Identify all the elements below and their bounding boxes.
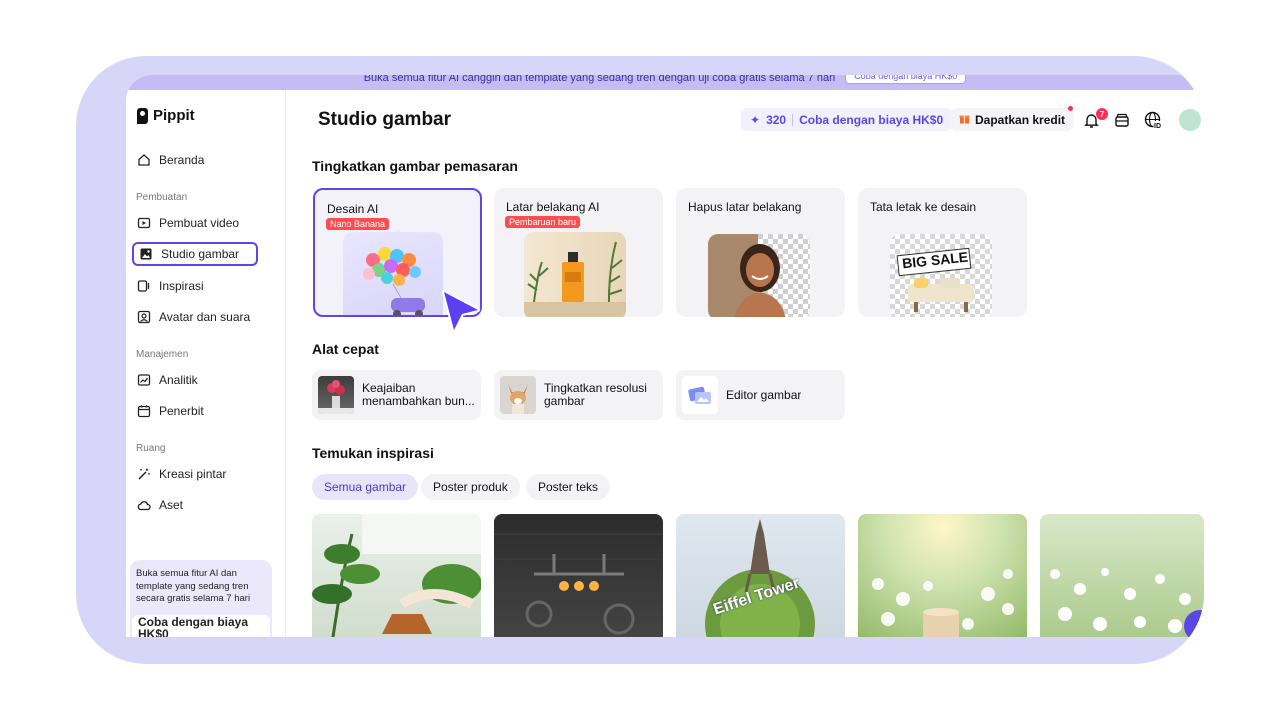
notification-badge: 7 bbox=[1096, 108, 1108, 120]
perfume-product-image bbox=[524, 232, 626, 317]
sidebar-promo-text: Buka semua fitur AI dan template yang se… bbox=[136, 568, 251, 604]
portrait-transparent-image bbox=[708, 234, 810, 317]
feature-card-title: Desain AI bbox=[327, 202, 379, 216]
language-globe-icon[interactable]: ID bbox=[1143, 110, 1163, 130]
sidebar-item-label: Beranda bbox=[159, 153, 205, 167]
sidebar-section-manage: Manajemen bbox=[136, 349, 189, 360]
section-title-inspiration: Temukan inspirasi bbox=[312, 445, 434, 461]
gallery-image-eiffel-globe[interactable]: Eiffel Tower bbox=[676, 514, 845, 637]
get-credit-button[interactable]: Dapatkan kredit bbox=[951, 108, 1074, 131]
sidebar-item-inspiration[interactable]: Inspirasi bbox=[132, 274, 258, 298]
image-editor-icon bbox=[682, 376, 718, 414]
feature-card-remove-background[interactable]: Hapus latar belakang bbox=[676, 188, 845, 317]
sidebar-item-label: Analitik bbox=[159, 373, 198, 387]
tool-card-upscale[interactable]: Tingkatkan resolusi gambar bbox=[494, 370, 663, 420]
cursor-pointer-icon bbox=[438, 288, 484, 336]
sidebar-promo-button[interactable]: Coba dengan biaya HK$0 bbox=[132, 615, 270, 637]
sidebar-section-space: Ruang bbox=[136, 443, 166, 454]
sidebar-item-avatar-voice[interactable]: Avatar dan suara bbox=[132, 305, 258, 329]
avatar-voice-icon bbox=[137, 310, 151, 324]
tool-label: Tingkatkan resolusi gambar bbox=[544, 382, 647, 408]
user-avatar[interactable] bbox=[1179, 109, 1201, 131]
gallery-image-flower-field[interactable] bbox=[858, 514, 1027, 637]
promo-banner-button[interactable]: Coba dengan biaya HK$0 bbox=[845, 75, 967, 84]
tool-thumb-dog bbox=[500, 376, 536, 414]
magic-wand-icon bbox=[137, 467, 151, 481]
sidebar-item-image-studio[interactable]: Studio gambar bbox=[132, 242, 258, 266]
tool-thumb-flowers bbox=[318, 376, 354, 414]
inspiration-icon bbox=[137, 279, 151, 293]
sidebar-item-label: Pembuat video bbox=[159, 216, 240, 230]
analytics-icon bbox=[137, 373, 151, 387]
gallery-image-plants[interactable] bbox=[312, 514, 481, 637]
feature-card-title: Latar belakang AI bbox=[506, 200, 600, 214]
try-label: Coba dengan biaya HK$0 bbox=[799, 112, 944, 127]
calendar-icon bbox=[137, 404, 151, 418]
tool-card-add-flowers[interactable]: Keajaiban menambahkan bun... bbox=[312, 370, 481, 420]
video-add-icon bbox=[137, 216, 151, 230]
sidebar-item-video-maker[interactable]: Pembuat video bbox=[132, 211, 258, 235]
pippit-logo-icon bbox=[137, 107, 148, 124]
tool-card-image-editor[interactable]: Editor gambar bbox=[676, 370, 845, 420]
tool-label: Editor gambar bbox=[726, 388, 802, 402]
feature-card-tag: Pembaruan baru bbox=[505, 216, 581, 228]
sidebar-item-assets[interactable]: Aset bbox=[132, 493, 258, 517]
wallet-icon[interactable] bbox=[1112, 110, 1132, 130]
svg-text:ID: ID bbox=[1154, 123, 1161, 130]
balloon-car-image bbox=[343, 232, 443, 315]
section-title-tools: Alat cepat bbox=[312, 341, 379, 357]
brand-name: Pippit bbox=[153, 107, 195, 124]
gallery-image-industrial-lamps[interactable] bbox=[494, 514, 663, 637]
section-title-enhance: Tingkatkan gambar pemasaran bbox=[312, 158, 518, 174]
filter-chip-text-poster[interactable]: Poster teks bbox=[526, 474, 611, 500]
big-sale-design-image: BIG SALE bbox=[890, 234, 992, 317]
sidebar: Pippit Beranda Pembuatan Pembuat video S… bbox=[126, 90, 286, 637]
filter-chip-product-poster[interactable]: Poster produk bbox=[421, 474, 520, 500]
get-credit-label: Dapatkan kredit bbox=[975, 112, 1066, 127]
device-frame: Buka semua fitur AI canggih dan template… bbox=[76, 56, 1204, 664]
sidebar-item-label: Kreasi pintar bbox=[159, 467, 227, 481]
credits-count: 320 bbox=[766, 112, 787, 127]
feature-card-title: Hapus latar belakang bbox=[688, 200, 802, 214]
feature-card-layout-to-design[interactable]: Tata letak ke desain BIG SALE bbox=[858, 188, 1027, 317]
sparkle-icon: ✦ bbox=[750, 112, 761, 127]
sidebar-item-smart-creation[interactable]: Kreasi pintar bbox=[132, 462, 258, 486]
sidebar-item-analytics[interactable]: Analitik bbox=[132, 368, 258, 392]
gift-icon bbox=[959, 113, 970, 127]
feature-card-ai-background[interactable]: Latar belakang AI Pembaruan baru bbox=[494, 188, 663, 317]
sidebar-item-label: Studio gambar bbox=[161, 247, 240, 261]
filter-chip-all-images[interactable]: Semua gambar bbox=[312, 474, 419, 500]
feature-card-title: Tata letak ke desain bbox=[870, 200, 977, 214]
feature-card-tag: Nano Banana bbox=[326, 218, 390, 230]
main-content: Studio gambar ✦ 320 Coba dengan biaya HK… bbox=[286, 90, 1204, 637]
promo-banner-text: Buka semua fitur AI canggih dan template… bbox=[363, 75, 836, 84]
sidebar-item-label: Inspirasi bbox=[159, 279, 204, 293]
app-screen: Buka semua fitur AI canggih dan template… bbox=[126, 75, 1204, 637]
sidebar-promo-card: Buka semua fitur AI dan template yang se… bbox=[130, 560, 272, 637]
cloud-icon bbox=[137, 498, 151, 512]
tool-label: Keajaiban menambahkan bun... bbox=[362, 382, 475, 408]
sidebar-item-home[interactable]: Beranda bbox=[132, 148, 258, 172]
image-studio-icon bbox=[139, 247, 153, 261]
credits-button[interactable]: ✦ 320 Coba dengan biaya HK$0 bbox=[741, 108, 953, 131]
gallery-image-daisy-field[interactable] bbox=[1040, 514, 1204, 637]
promo-banner: Buka semua fitur AI canggih dan template… bbox=[126, 75, 1204, 90]
new-indicator-dot bbox=[1068, 106, 1073, 111]
sidebar-item-label: Penerbit bbox=[159, 404, 204, 418]
sidebar-section-create: Pembuatan bbox=[136, 192, 188, 203]
divider bbox=[792, 113, 794, 126]
sidebar-item-label: Aset bbox=[159, 498, 184, 512]
sidebar-item-publisher[interactable]: Penerbit bbox=[132, 399, 258, 423]
sidebar-item-label: Avatar dan suara bbox=[159, 310, 251, 324]
brand-logo[interactable]: Pippit bbox=[137, 107, 195, 124]
home-icon bbox=[137, 153, 151, 167]
page-title: Studio gambar bbox=[318, 109, 452, 130]
